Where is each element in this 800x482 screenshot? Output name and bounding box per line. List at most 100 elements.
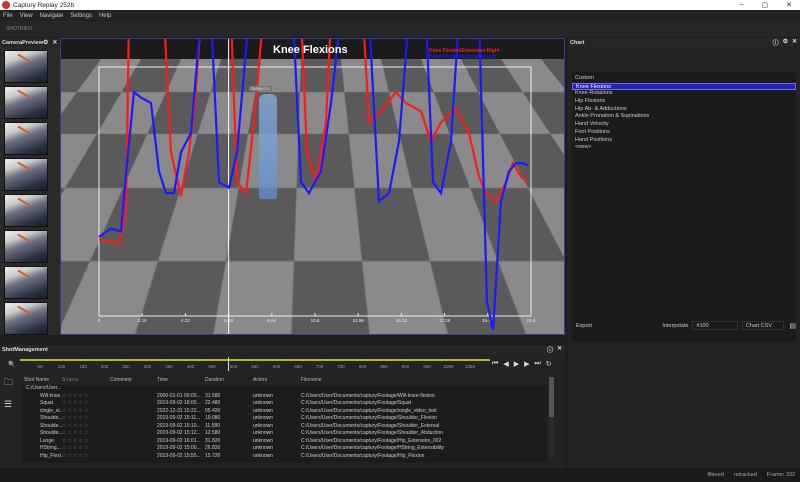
close-button[interactable]: ✕ [786,1,792,9]
chart-panel: Chart ⓘ ⚙ ✕ Custom Knee Flexions Knee Rotatio… [568,38,800,468]
column-header[interactable]: Filename [301,375,501,385]
list-icon[interactable]: ☰ [4,399,13,410]
cell-file: C:/Users/User/Documents/captury/Footage/… [301,445,444,451]
folder-row[interactable]: C:/Users/User... [22,385,547,393]
export-button[interactable]: ▤ [789,322,796,330]
close-icon[interactable]: ✕ [557,345,562,354]
cell-actors: unknown [253,452,274,459]
skip-end-button[interactable]: ⏭ [534,360,540,368]
menu-view[interactable]: View [20,13,33,19]
chart-list-item[interactable]: Hand Velocity [572,121,796,129]
camera-thumbnail[interactable] [4,230,48,263]
x-tick-label: 15.12 [396,318,408,323]
menu-bar: File View Navigate Settings Help [0,10,800,21]
legend-left: Knee Flexion/Extension Left [429,54,496,60]
table-row[interactable]: HString... ☆☆☆☆☆ 2019-09-02 15:00... 26.820… [22,445,547,453]
column-header[interactable]: Shot Name [22,375,62,385]
chart-list-item[interactable]: Knee Flexions [572,82,796,91]
info-icon[interactable]: ⓘ [773,38,779,47]
chart-list-item[interactable]: Foot Positions [572,129,796,137]
cell-stars: ☆☆☆☆☆ [62,422,90,429]
3d-viewport[interactable]: 02.164.326.488.6410.812.9615.1217.2819.4… [60,38,565,335]
skip-start-button[interactable]: ⏮ [492,360,498,368]
shotinfo-tab[interactable]: SHOTINFO [6,26,32,32]
title-bar: Captury Replay 252b – ▢ ✕ [0,0,800,10]
chart-list-item[interactable]: Hip Flexions [572,98,796,106]
table-row[interactable]: Shoulde... ☆☆☆☆☆ 2019-09-02 15:10... 11.580… [22,423,547,431]
skeleton-figure[interactable] [259,94,277,199]
camera-thumbnail[interactable] [4,194,48,227]
close-icon[interactable]: ✕ [52,39,57,46]
window-title: Captury Replay 252b [13,1,75,9]
camera-thumbnail[interactable] [4,302,48,335]
cell-comment [110,430,157,438]
x-tick-label: 8.64 [267,318,276,323]
zoom-icon[interactable]: 🔍 [8,361,15,368]
column-header[interactable]: Stars [62,375,110,385]
panel-title: Chart [570,39,585,46]
timeline[interactable]: 50 100 150 200 250 300 350 400 450 500 550 600 650 70… [20,357,490,371]
folder-icon[interactable]: 🗀 [4,375,13,391]
timeline-tick: 550 [251,364,259,369]
format-select[interactable]: Chart CSV [741,321,785,330]
table-row[interactable]: Shoulde... ☆☆☆☆☆ 2019-09-02 15:11... 19.080… [22,415,547,423]
chart-list-item[interactable]: Ankle Pronation & Supinations [572,113,796,121]
camera-thumbnail[interactable] [4,122,48,155]
menu-settings[interactable]: Settings [70,13,92,19]
play-button[interactable]: ▶ [514,360,519,368]
loop-button[interactable]: ↻ [546,360,552,368]
table-row[interactable]: Hip_Flexi...☆☆☆☆☆ 2019-09-02 15:55... 15.7… [22,453,547,461]
cell-stars: ☆☆☆☆☆ [62,445,90,451]
column-header[interactable]: Comment [110,375,157,385]
column-header[interactable]: Time [157,375,205,385]
column-header[interactable]: Duration [205,375,253,385]
timeline-tick: 700 [315,364,324,369]
camera-thumbnail[interactable] [4,86,48,119]
maximize-button[interactable]: ▢ [762,1,769,9]
timeline-tick: 150 [79,364,87,369]
chart-list-item[interactable]: <new> [572,144,796,152]
camera-thumbnail[interactable] [4,158,48,191]
close-icon[interactable]: ✕ [792,38,797,47]
menu-file[interactable]: File [3,13,13,19]
chart-list-item[interactable]: Knee Rotations [572,90,796,98]
timeline-tick: 200 [100,364,109,369]
series-line-left [98,39,529,330]
chart-list-item[interactable]: Hand Positions [572,137,796,145]
timeline-tick: 650 [294,364,302,369]
table-row[interactable]: single_vi... ☆☆☆☆☆ 2022-12-31 15:22... 05.4… [22,408,547,416]
cell-comment [110,393,157,401]
menu-navigate[interactable]: Navigate [40,13,64,19]
settings-icon[interactable]: ⚙ [43,39,48,46]
camera-preview-panel: CameraPreview ⚙ ✕ [0,38,60,335]
cell-comment [110,438,157,446]
step-forward-button[interactable]: ▶ [524,360,529,368]
table-row[interactable]: Lunge ☆☆☆☆☆ 2019-09-02 16:01... 31.820 unkno… [22,438,547,446]
cell-actors: unknown [253,392,274,399]
cell-comment [110,415,157,423]
camera-thumbnail[interactable] [4,50,48,83]
minimize-button[interactable]: – [740,1,744,9]
step-back-button[interactable]: ◀ [503,360,508,368]
table-row[interactable]: Will knee...☆☆☆☆☆ 2000-01-01 00:00... 31.5… [22,393,547,401]
settings-icon[interactable]: ⚙ [783,38,788,47]
chart-list-item[interactable]: Hip Ab- & Adductions [572,106,796,114]
chart-list-item[interactable]: Custom [572,75,796,83]
cell-duration: 22.480 [205,400,221,406]
vertical-scrollbar[interactable] [549,377,554,457]
cell-file: C:/Users/User/Documents/captury/Footage/… [301,407,437,414]
cell-comment [110,400,157,408]
cell-comment [110,453,157,461]
interpolate-input[interactable]: #100 [692,321,738,330]
table-header: Shot Name Stars Comment Time Duration Actors F… [22,375,547,385]
info-icon[interactable]: ⓘ [547,345,553,354]
camera-thumbnail[interactable] [4,266,48,299]
column-header[interactable]: Actors [253,375,301,385]
cell-comment [110,423,157,431]
timeline-tick: 450 [208,364,216,369]
skeleton-tag[interactable]: Subject-1 [249,86,273,91]
menu-help[interactable]: Help [99,13,111,19]
cell-name: Squat [40,400,54,406]
table-row[interactable]: Shoulde... ☆☆☆☆☆ 2019-09-02 15:12... 12.580… [22,430,547,438]
table-row[interactable]: Squat ☆☆☆☆☆ 2019-09-02 18:00... 22.480 unkno… [22,400,547,408]
